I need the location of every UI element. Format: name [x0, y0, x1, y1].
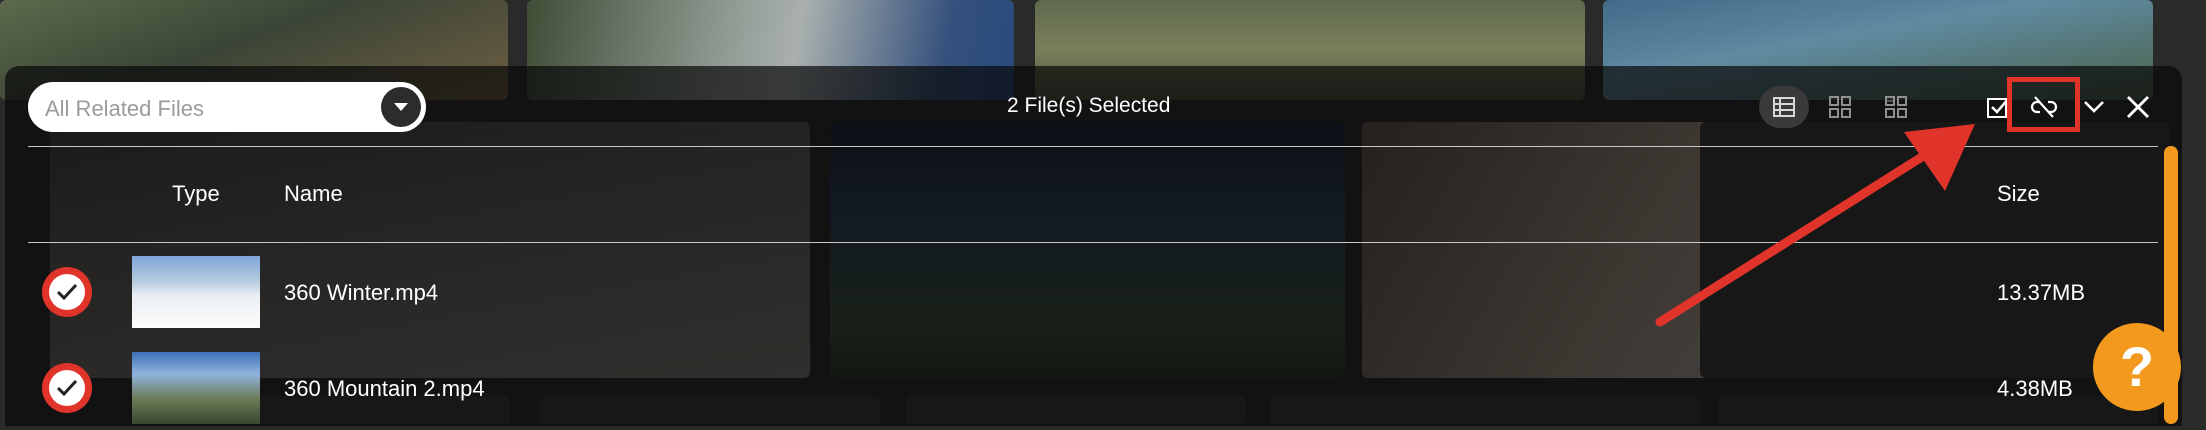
annotation-arrow [1655, 124, 1975, 327]
